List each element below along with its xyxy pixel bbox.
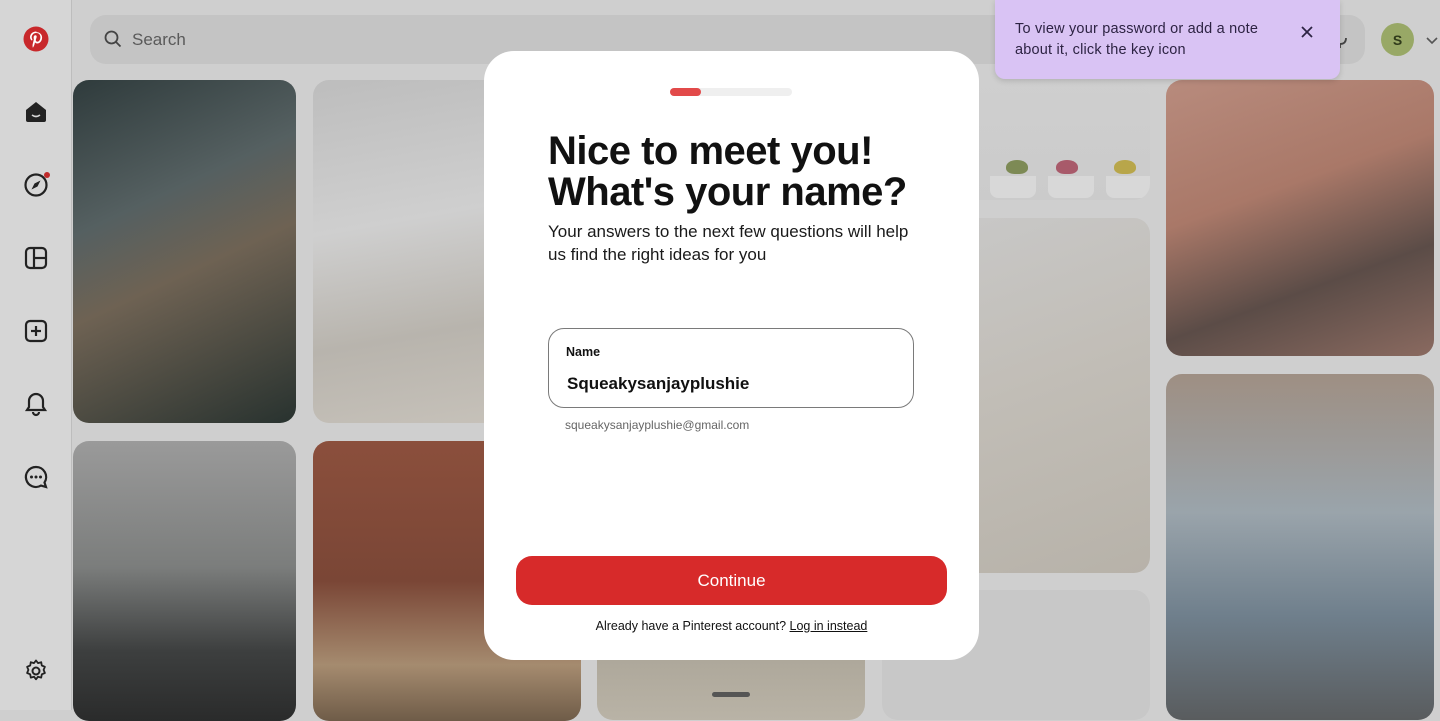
progress-bar (670, 88, 792, 96)
login-row: Already have a Pinterest account? Log in… (484, 619, 979, 633)
toast-message: To view your password or add a note abou… (1015, 21, 1259, 58)
pin-jar-lights[interactable] (1166, 80, 1434, 356)
name-field[interactable]: Name (548, 328, 914, 408)
name-input[interactable] (565, 371, 889, 397)
explore-icon[interactable] (18, 167, 54, 203)
messages-icon[interactable] (18, 459, 54, 495)
login-prompt: Already have a Pinterest account? (595, 619, 787, 633)
password-toast: To view your password or add a note abou… (995, 0, 1340, 79)
pin-man-sitting[interactable] (73, 441, 296, 721)
avatar[interactable]: S (1381, 23, 1414, 56)
close-icon[interactable] (1299, 24, 1315, 40)
login-link[interactable]: Log in instead (790, 619, 868, 633)
search-input[interactable] (130, 26, 734, 54)
progress-fill (670, 88, 701, 96)
settings-icon[interactable] (18, 653, 54, 689)
search-icon (104, 30, 122, 48)
continue-button[interactable]: Continue (516, 556, 947, 605)
scroll-handle[interactable] (712, 692, 750, 697)
email-text: squeakysanjayplushie@gmail.com (565, 418, 750, 432)
pinterest-logo-icon[interactable] (18, 21, 54, 57)
pin-campfire[interactable] (73, 80, 296, 423)
create-icon[interactable] (18, 313, 54, 349)
chevron-down-icon[interactable] (1425, 33, 1439, 47)
sidebar (0, 0, 72, 710)
home-icon[interactable] (18, 94, 54, 130)
onboarding-modal: Nice to meet you! What's your name? Your… (484, 51, 979, 660)
boards-icon[interactable] (18, 240, 54, 276)
notification-dot (44, 172, 50, 178)
notifications-icon[interactable] (18, 386, 54, 422)
page-subtitle: Your answers to the next few questions w… (548, 222, 909, 264)
page-title: Nice to meet you! What's your name? (548, 129, 907, 214)
pin-sneakers[interactable] (1166, 374, 1434, 720)
name-field-label: Name (566, 345, 601, 359)
